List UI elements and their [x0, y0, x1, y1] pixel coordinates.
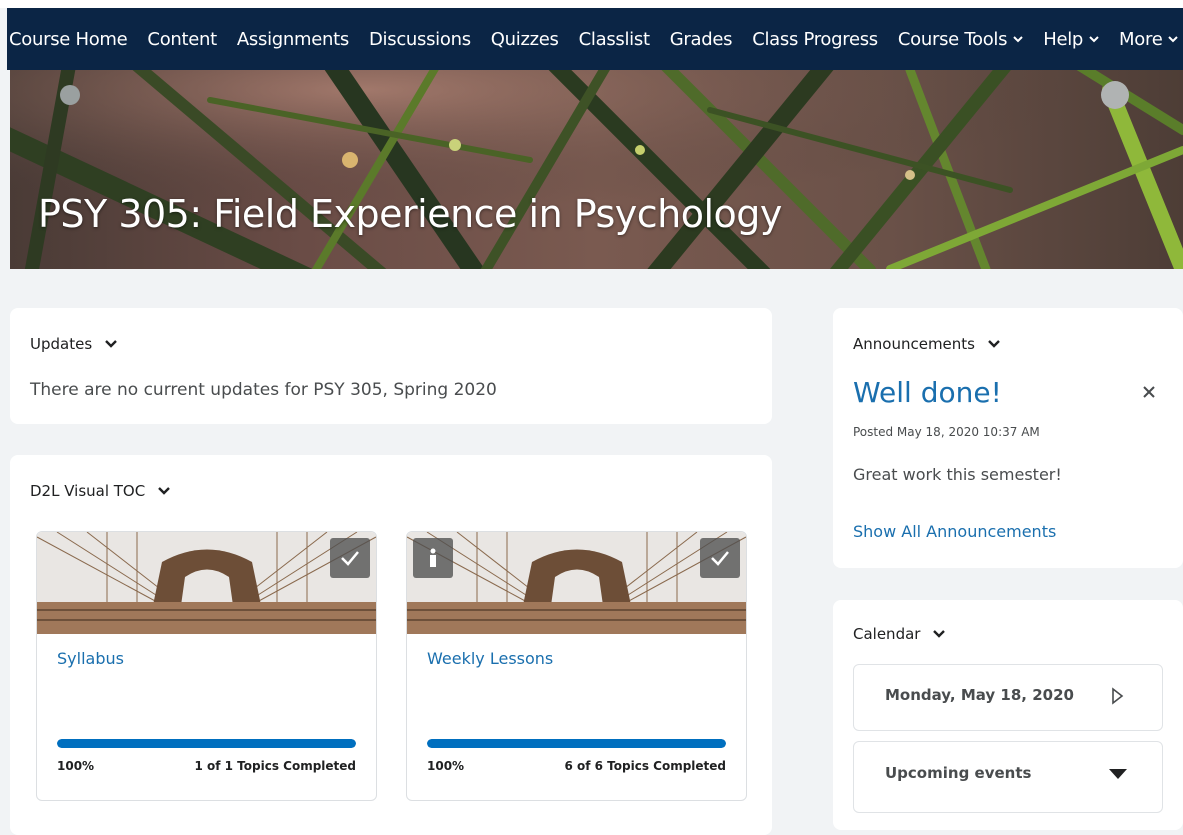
updates-message: There are no current updates for PSY 305… [30, 380, 497, 400]
nav-label: Classlist [578, 28, 650, 50]
checkmark-icon [341, 551, 359, 566]
topics-completed: 6 of 6 Topics Completed [564, 759, 726, 773]
nav-label: Content [147, 28, 217, 50]
completed-badge [330, 538, 370, 578]
announcements-widget: Announcements Well done! Posted May 18, … [833, 308, 1183, 568]
nav-label: Help [1043, 28, 1084, 50]
nav-label: Assignments [236, 28, 349, 50]
nav-content[interactable]: Content [137, 29, 227, 50]
progress-fill [57, 739, 356, 748]
caret-down-icon[interactable] [1108, 768, 1128, 780]
nav-assignments[interactable]: Assignments [227, 29, 359, 50]
calendar-heading: Calendar [853, 625, 921, 643]
nav-grades[interactable]: Grades [660, 29, 742, 50]
nav-more[interactable]: More [1109, 29, 1183, 50]
toc-heading: D2L Visual TOC [30, 482, 146, 500]
info-badge[interactable] [413, 538, 453, 578]
progress-percent: 100% [427, 759, 465, 773]
progress-percent: 100% [57, 759, 95, 773]
info-icon [430, 548, 436, 567]
chevron-down-icon [1168, 36, 1179, 43]
chevron-down-icon [1089, 36, 1099, 43]
nav-help[interactable]: Help [1033, 29, 1109, 50]
top-strip [0, 0, 1183, 8]
calendar-current-date: Monday, May 18, 2020 [885, 686, 1074, 704]
toc-module-syllabus[interactable]: Syllabus 100% 1 of 1 Topics Completed [36, 531, 377, 801]
course-banner-image: PSY 305: Field Experience in Psychology [10, 70, 1183, 269]
nav-class-progress[interactable]: Class Progress [742, 29, 888, 50]
nav-classlist[interactable]: Classlist [569, 29, 660, 50]
next-day-icon[interactable] [1110, 687, 1124, 705]
bridge-illustration [407, 532, 746, 634]
toc-header: D2L Visual TOC [30, 482, 171, 500]
checkmark-icon [711, 551, 729, 566]
calendar-header: Calendar [853, 625, 946, 643]
topics-completed: 1 of 1 Topics Completed [194, 759, 356, 773]
calendar-date-row: Monday, May 18, 2020 [853, 664, 1163, 731]
visual-toc-widget: D2L Visual TOC Syllabus 100% 1 of 1 Topi… [10, 455, 772, 835]
announcement-title-link[interactable]: Well done! [853, 376, 1002, 409]
upcoming-events-label: Upcoming events [885, 764, 1032, 782]
rope-network-illustration [10, 70, 1183, 269]
nav-course-home[interactable]: Course Home [7, 29, 137, 50]
chevron-down-icon[interactable] [932, 629, 946, 639]
nav-label: Course Home [9, 28, 128, 50]
upcoming-events-row[interactable]: Upcoming events [853, 741, 1163, 813]
course-title: PSY 305: Field Experience in Psychology [38, 192, 782, 236]
bridge-image [37, 532, 376, 634]
bridge-illustration [37, 532, 376, 634]
progress-bar [427, 739, 726, 748]
chevron-down-icon [1013, 36, 1023, 43]
progress-fill [427, 739, 726, 748]
announcement-posted-date: Posted May 18, 2020 10:37 AM [853, 425, 1040, 439]
nav-course-tools[interactable]: Course Tools [888, 29, 1033, 50]
updates-widget: Updates There are no current updates for… [10, 308, 772, 424]
close-icon[interactable] [1140, 383, 1158, 401]
module-title[interactable]: Syllabus [57, 649, 124, 668]
chevron-down-icon[interactable] [987, 339, 1001, 349]
chevron-down-icon[interactable] [104, 339, 118, 349]
nav-label: Quizzes [490, 28, 559, 50]
show-all-announcements-link[interactable]: Show All Announcements [853, 522, 1056, 541]
nav-label: Course Tools [897, 28, 1008, 50]
nav-discussions[interactable]: Discussions [359, 29, 481, 50]
course-navbar: Course Home Content Assignments Discussi… [7, 8, 1183, 70]
module-title[interactable]: Weekly Lessons [427, 649, 553, 668]
calendar-widget: Calendar Monday, May 18, 2020 Upcoming e… [833, 600, 1183, 830]
bridge-image [407, 532, 746, 634]
nav-label: Grades [669, 28, 733, 50]
announcements-header: Announcements [853, 335, 1001, 353]
nav-label: More [1119, 28, 1163, 50]
announcements-heading: Announcements [853, 335, 975, 353]
completed-badge [700, 538, 740, 578]
toc-module-weekly-lessons[interactable]: Weekly Lessons 100% 6 of 6 Topics Comple… [406, 531, 747, 801]
updates-heading: Updates [30, 335, 93, 353]
nav-label: Discussions [368, 28, 471, 50]
nav-quizzes[interactable]: Quizzes [481, 29, 569, 50]
chevron-down-icon[interactable] [157, 486, 171, 496]
announcement-body: Great work this semester! [853, 465, 1062, 484]
progress-bar [57, 739, 356, 748]
updates-header: Updates [30, 335, 118, 353]
nav-label: Class Progress [752, 28, 878, 50]
